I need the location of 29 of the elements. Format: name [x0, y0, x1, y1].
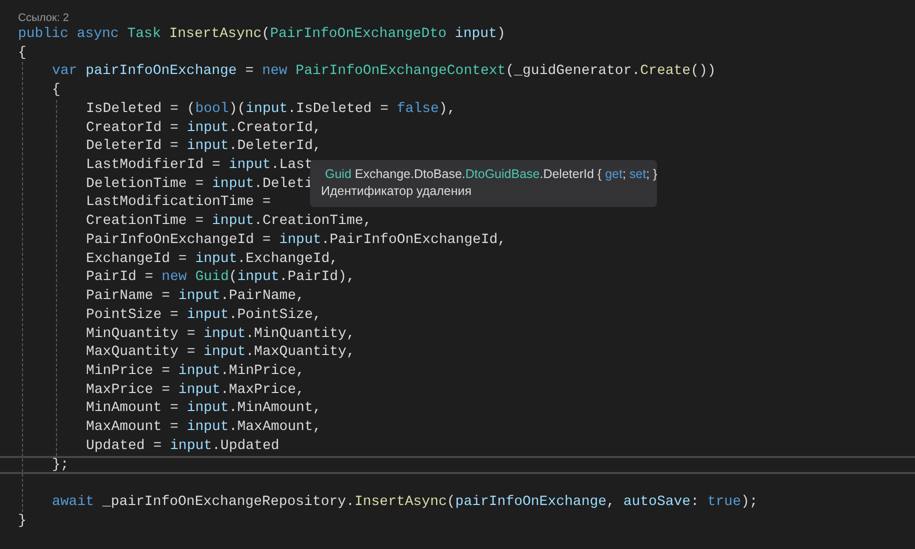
- code-line: LastModifierId = input.Last: [86, 157, 313, 174]
- code-line: ExchangeId = input.ExchangeId,: [86, 250, 338, 267]
- code-line: }: [18, 512, 26, 529]
- code-line: public async Task InsertAsync(PairInfoOnExchangeDto input): [18, 26, 506, 42]
- code-line: PairId = new Guid(input.PairId),: [86, 269, 355, 286]
- code-line: var pairInfoOnExchange = new PairInfoOnExchangeContext(_guidGenerator.Create()): [52, 63, 716, 80]
- code-line: MaxPrice = input.MaxPrice,: [86, 382, 304, 398]
- code-line: };: [52, 456, 69, 473]
- code-line: PairName = input.PairName,: [86, 288, 304, 304]
- symbol-description: Идентификатор удаления: [321, 183, 472, 200]
- code-line: LastModificationTime =: [86, 194, 271, 210]
- code-line: CreationTime = input.CreationTime,: [86, 213, 372, 230]
- code-line: DeletionTime = input.Deleti: [86, 176, 313, 192]
- code-line: await _pairInfoOnExchangeRepository.InsertAsync(pairInfoOnExchange, autoSave: true);: [52, 494, 758, 510]
- code-line: PointSize = input.PointSize,: [86, 306, 322, 323]
- code-line: MinAmount = input.MinAmount,: [86, 400, 322, 416]
- code-line: MaxAmount = input.MaxAmount,: [86, 419, 322, 436]
- code-line: PairInfoOnExchangeId = input.PairInfoOnExchangeId,: [86, 232, 506, 248]
- code-line: {: [52, 82, 60, 98]
- code-line: DeleterId = input.DeleterId,: [86, 138, 322, 154]
- code-line: Updated = input.Updated: [86, 438, 280, 454]
- codelens-references[interactable]: Ссылок: 2: [18, 11, 70, 25]
- code-line: CreatorId = input.CreatorId,: [86, 120, 322, 136]
- code-line: {: [18, 44, 26, 61]
- code-line: IsDeleted = (bool)(input.IsDeleted = false),: [86, 100, 456, 117]
- code-line: MinQuantity = input.MinQuantity,: [86, 326, 355, 342]
- symbol-signature: Guid Exchange.DtoBase.DtoGuidBase.DeleterId { get; set; }: [325, 166, 658, 183]
- code-line: MaxQuantity = input.MaxQuantity,: [86, 344, 355, 360]
- code-line: MinPrice = input.MinPrice,: [86, 362, 304, 379]
